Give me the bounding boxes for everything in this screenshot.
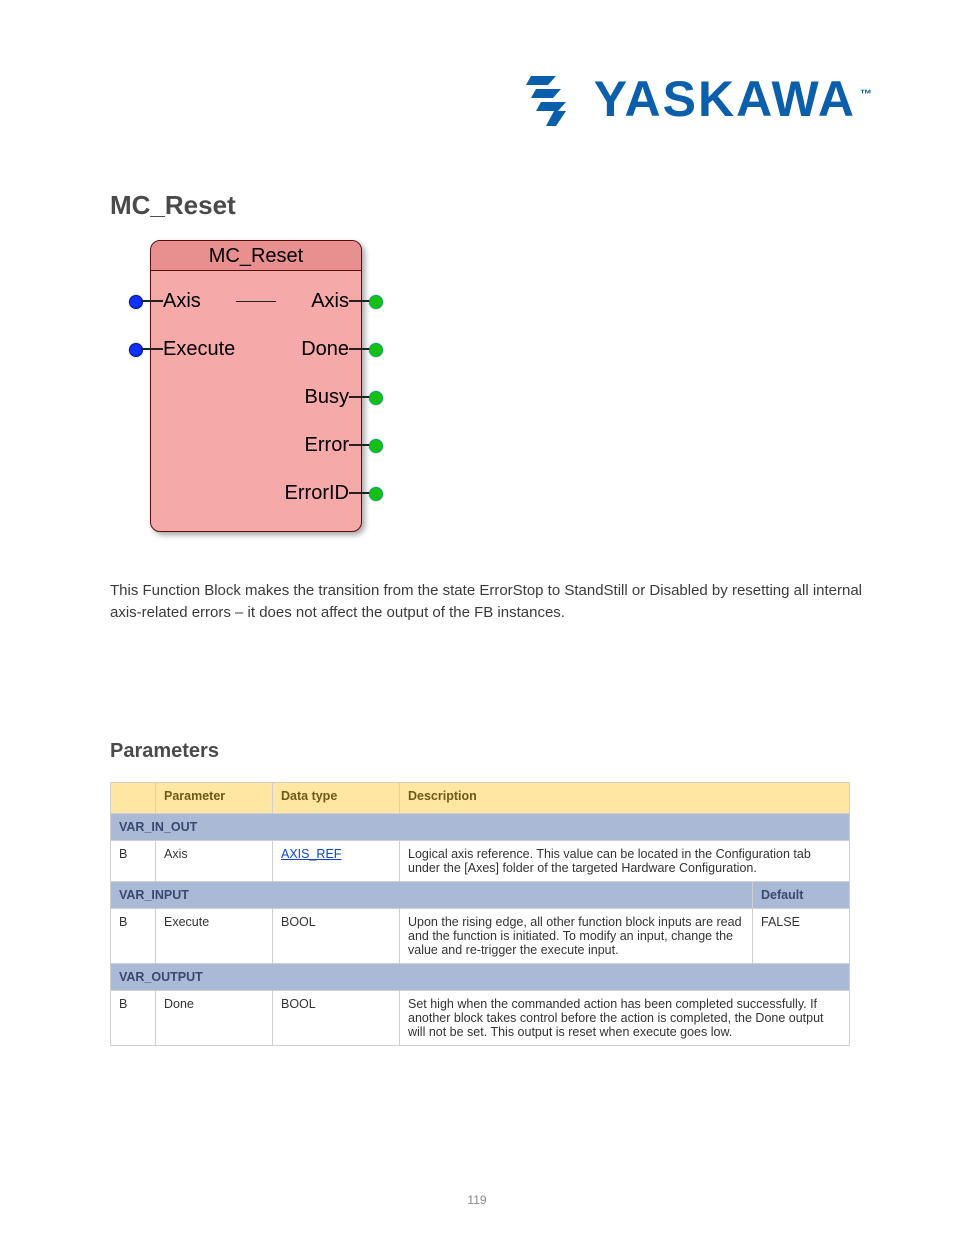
- fb-row-error: Error: [163, 421, 349, 469]
- wire-right-axis: [349, 300, 371, 302]
- cell-desc: Upon the rising edge, all other function…: [400, 909, 753, 964]
- table-row: B Done BOOL Set high when the commanded …: [111, 991, 850, 1046]
- section-var-in-out: VAR_IN_OUT: [111, 814, 850, 841]
- yaskawa-glyph-icon: [526, 71, 586, 127]
- cell-default: FALSE: [753, 909, 850, 964]
- section-var-output: VAR_OUTPUT: [111, 964, 850, 991]
- function-block-description: This Function Block makes the transition…: [110, 580, 864, 624]
- table-header-row: Parameter Data type Description: [111, 783, 850, 814]
- th-datatype: Data type: [273, 783, 400, 814]
- section-default-header: Default: [753, 882, 850, 909]
- fb-output-label: Axis: [311, 290, 349, 313]
- th-description: Description: [400, 783, 850, 814]
- fb-row-execute-done: Execute Done: [163, 325, 349, 373]
- fb-passthrough-line: [236, 301, 276, 302]
- cell-name: Execute: [156, 909, 273, 964]
- fb-row-axis: Axis Axis: [163, 277, 349, 325]
- table-row: B Axis AXIS_REF Logical axis reference. …: [111, 841, 850, 882]
- th-parameter: Parameter: [156, 783, 273, 814]
- section-title: VAR_INPUT: [111, 882, 753, 909]
- cell-idx: B: [111, 841, 156, 882]
- cell-type: BOOL: [273, 991, 400, 1046]
- section-title: VAR_OUTPUT: [111, 964, 850, 991]
- wire-right-done: [349, 348, 371, 350]
- fb-output-label: Error: [305, 434, 349, 457]
- cell-name: Done: [156, 991, 273, 1046]
- wire-right-errorid: [349, 492, 371, 494]
- pin-output-axis: [369, 295, 383, 309]
- fb-input-label: Execute: [163, 338, 235, 361]
- table-row: B Execute BOOL Upon the rising edge, all…: [111, 909, 850, 964]
- fb-output-label: Done: [301, 338, 349, 361]
- fb-row-busy: Busy: [163, 373, 349, 421]
- fb-row-errorid: ErrorID: [163, 469, 349, 517]
- cell-desc: Set high when the commanded action has b…: [400, 991, 850, 1046]
- wire-right-error: [349, 444, 371, 446]
- page-title: MC_Reset: [110, 190, 236, 221]
- pin-input-execute: [129, 343, 143, 357]
- page-number: 119: [0, 1193, 954, 1207]
- function-block-diagram: MC_Reset Axis Axis Execute Done: [120, 240, 380, 532]
- cell-idx: B: [111, 909, 156, 964]
- brand-name: YASKAWA ™: [594, 70, 874, 128]
- wire-left-axis: [141, 300, 163, 302]
- pin-output-errorid: [369, 487, 383, 501]
- pin-output-error: [369, 439, 383, 453]
- brand-logo: YASKAWA ™: [526, 70, 874, 128]
- cell-type: AXIS_REF: [273, 841, 400, 882]
- function-block: MC_Reset Axis Axis Execute Done: [150, 240, 362, 532]
- section-var-input: VAR_INPUT Default: [111, 882, 850, 909]
- cell-idx: B: [111, 991, 156, 1046]
- wire-right-busy: [349, 396, 371, 398]
- cell-desc: Logical axis reference. This value can b…: [400, 841, 850, 882]
- cell-type: BOOL: [273, 909, 400, 964]
- brand-name-text: YASKAWA: [594, 71, 856, 127]
- trademark-symbol: ™: [860, 87, 874, 101]
- pin-output-done: [369, 343, 383, 357]
- datatype-link[interactable]: AXIS_REF: [281, 847, 341, 861]
- function-block-title: MC_Reset: [151, 241, 361, 271]
- wire-left-execute: [141, 348, 163, 350]
- parameters-heading: Parameters: [110, 740, 219, 763]
- section-title: VAR_IN_OUT: [111, 814, 850, 841]
- fb-output-label: Busy: [305, 386, 349, 409]
- cell-name: Axis: [156, 841, 273, 882]
- fb-input-label: Axis: [163, 290, 201, 313]
- pin-input-axis: [129, 295, 143, 309]
- pin-output-busy: [369, 391, 383, 405]
- fb-output-label: ErrorID: [285, 482, 349, 505]
- th-blank: [111, 783, 156, 814]
- parameters-table: Parameter Data type Description VAR_IN_O…: [110, 782, 850, 1046]
